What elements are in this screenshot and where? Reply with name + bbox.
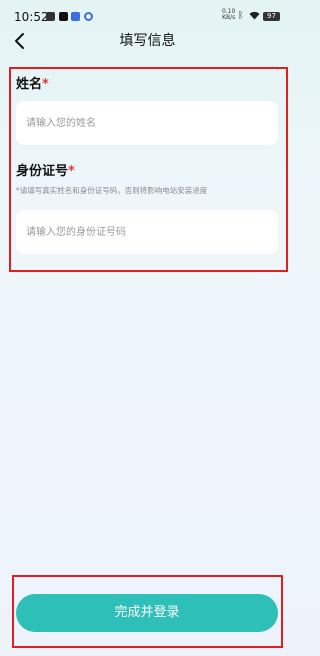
submit-login-button[interactable]: 完成并登录: [16, 594, 278, 632]
page-title: 填写信息: [119, 33, 176, 49]
nav-bar: 填写信息: [0, 28, 295, 54]
wifi-icon: [249, 11, 260, 23]
id-card-hint: *请填写真实姓名和身份证号码，否则将影响电站安装进度: [16, 186, 208, 195]
id-card-label: 身份证号*: [16, 164, 75, 180]
notification-app-icon: [71, 12, 80, 21]
name-field[interactable]: [16, 101, 278, 145]
required-mark: *: [68, 164, 75, 179]
name-label: 姓名*: [16, 77, 49, 93]
cloud-sync-icon: [84, 12, 93, 21]
status-time: 10:52: [14, 10, 49, 24]
name-input[interactable]: [16, 101, 256, 145]
id-card-label-text: 身份证号: [16, 164, 69, 179]
required-mark: *: [42, 77, 49, 92]
notification-app-icon: [46, 12, 55, 21]
id-card-field[interactable]: [16, 210, 278, 254]
id-card-input[interactable]: [16, 210, 256, 254]
tiktok-icon: [59, 12, 68, 21]
network-speed: 0.10 KB/s: [222, 9, 235, 21]
status-bar: 10:52 0.10 KB/s ᛒ 97: [0, 0, 295, 28]
network-speed-unit: KB/s: [222, 14, 236, 21]
battery-icon: 97: [263, 12, 280, 21]
bluetooth-icon: ᛒ: [238, 11, 244, 21]
name-label-text: 姓名: [16, 77, 43, 92]
